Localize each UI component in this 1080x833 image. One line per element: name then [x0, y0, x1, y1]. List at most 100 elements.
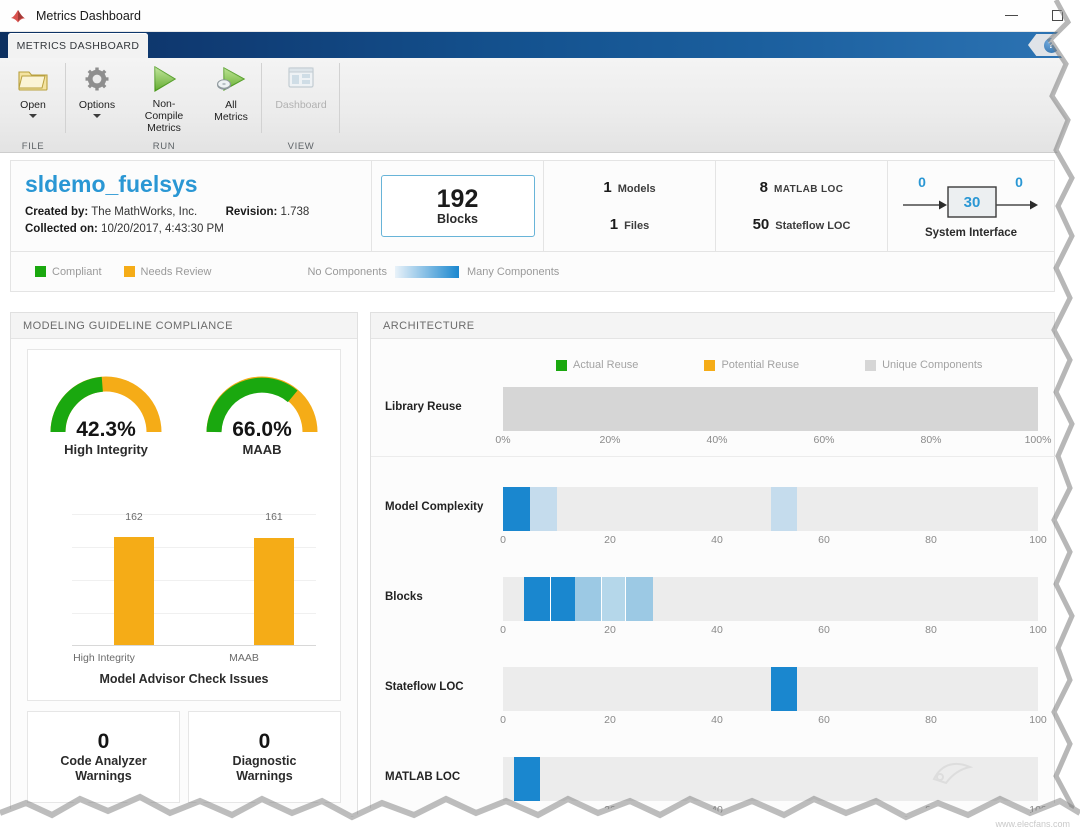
options-dropdown-caret[interactable] [93, 114, 101, 118]
blocks-distribution-row: Blocks 0 20 40 60 80 100 [371, 553, 1056, 643]
help-button[interactable]: ? [1028, 34, 1074, 56]
compliant-label: Compliant [52, 266, 102, 278]
library-reuse-unique-segment[interactable] [503, 387, 1038, 431]
non-compile-metrics-label: Non-Compile Metrics [136, 98, 192, 134]
bar-high-integrity[interactable] [114, 537, 154, 645]
many-components-label: Many Components [467, 266, 559, 278]
code-analyzer-warnings-count: 0 [98, 730, 110, 754]
files-metric[interactable]: 1 Files [544, 216, 715, 233]
needs-review-label: Needs Review [141, 266, 212, 278]
tick: 100 [1029, 804, 1047, 816]
distribution-segment[interactable] [514, 757, 541, 801]
maximize-button[interactable] [1034, 1, 1080, 31]
models-metric[interactable]: 1 Models [544, 179, 715, 196]
tick: 100 [1029, 714, 1047, 726]
library-reuse-label: Library Reuse [385, 401, 462, 413]
help-icon: ? [1044, 38, 1059, 53]
matlab-loc-metric[interactable]: 8 MATLAB LOC [716, 179, 887, 196]
bar-high-integrity-value: 162 [104, 511, 164, 523]
summary-header: sldemo_fuelsys Created by: The MathWorks… [10, 160, 1055, 252]
watermark-logo [930, 757, 984, 789]
legend-needs-review: Needs Review [124, 266, 212, 278]
ribbon-group-view: Dashboard VIEW [262, 58, 340, 153]
tab-metrics-dashboard[interactable]: METRICS DASHBOARD [8, 33, 148, 58]
system-interface-inputs-value: 0 [918, 174, 926, 190]
system-interface-cell[interactable]: 30 0 0 System Interface [887, 161, 1054, 251]
non-compile-metrics-button[interactable]: Non-Compile Metrics [128, 58, 200, 134]
all-metrics-button[interactable]: All Metrics [200, 58, 262, 134]
modeling-guideline-compliance-panel: MODELING GUIDELINE COMPLIANCE 42.3% High… [10, 312, 358, 817]
stateflow-loc-label: Stateflow LOC [385, 681, 464, 693]
gauge-maab[interactable]: 66.0% MAAB [195, 368, 329, 457]
matlab-loc-label: MATLAB LOC [385, 771, 460, 783]
open-button[interactable]: Open [0, 58, 66, 134]
system-interface-center-value: 30 [964, 194, 981, 211]
tick: 80 [925, 804, 937, 816]
ribbon-group-run-label: RUN [66, 141, 262, 152]
compliant-swatch [35, 266, 46, 277]
distribution-segment[interactable] [771, 487, 798, 531]
model-complexity-row: Model Complexity 0 20 40 60 80 100 [371, 463, 1056, 553]
stateflow-loc-label: Stateflow LOC [775, 220, 850, 232]
distribution-segment[interactable] [602, 577, 626, 621]
model-created-meta: Created by: The MathWorks, Inc. Revision… [25, 204, 371, 221]
chart-plot-area: 162 161 [72, 514, 316, 646]
ribbon-group-file: Open FILE [0, 58, 66, 153]
blocks-cell: 192 Blocks [371, 161, 543, 251]
tick: 20 [604, 804, 616, 816]
distribution-segment[interactable] [551, 577, 575, 621]
distribution-segment[interactable] [575, 577, 602, 621]
tick: 80% [920, 434, 941, 446]
distribution-segment[interactable] [530, 487, 557, 531]
blocks-metric-card[interactable]: 192 Blocks [381, 175, 535, 237]
dashboard-button-label: Dashboard [275, 99, 326, 111]
dashboard-button[interactable]: Dashboard [262, 58, 340, 134]
tick: 0% [495, 434, 510, 446]
warning-cards: 0 Code Analyzer Warnings 0 Diagnostic Wa… [27, 711, 341, 803]
play-disk-icon [215, 62, 247, 96]
created-by-label: Created by: [25, 206, 88, 218]
bar-maab[interactable] [254, 538, 294, 645]
gear-icon [83, 62, 111, 96]
options-button[interactable]: Options [66, 58, 128, 134]
stateflow-loc-metric[interactable]: 50 Stateflow LOC [716, 216, 887, 233]
left-panel-header: MODELING GUIDELINE COMPLIANCE [11, 313, 357, 339]
stateflow-loc-ticks: 0 20 40 60 80 100 [503, 714, 1038, 728]
stateflow-loc-track[interactable] [503, 667, 1038, 711]
open-dropdown-caret[interactable] [29, 114, 37, 118]
code-analyzer-warnings-card[interactable]: 0 Code Analyzer Warnings [27, 711, 180, 803]
diagnostic-warnings-label: Diagnostic Warnings [233, 754, 297, 784]
ribbon-group-view-label: VIEW [262, 141, 340, 152]
files-label: Files [624, 220, 649, 232]
distribution-segment[interactable] [771, 667, 798, 711]
tick: 80 [925, 534, 937, 546]
library-reuse-track[interactable] [503, 387, 1038, 431]
gauge-maab-label: MAAB [195, 442, 329, 457]
tick: 20 [604, 624, 616, 636]
model-complexity-track[interactable] [503, 487, 1038, 531]
minimize-button[interactable] [988, 1, 1034, 31]
loc-cell: 8 MATLAB LOC 50 Stateflow LOC [715, 161, 887, 251]
blocks-distribution-label: Blocks [385, 591, 423, 603]
component-gradient-bar [395, 266, 459, 278]
diagnostic-warnings-card[interactable]: 0 Diagnostic Warnings [188, 711, 341, 803]
tick: 20 [604, 714, 616, 726]
play-green-icon [148, 62, 180, 95]
tick: 80 [925, 714, 937, 726]
system-interface-outputs-value: 0 [1015, 174, 1023, 190]
model-name[interactable]: sldemo_fuelsys [25, 171, 371, 198]
blocks-distribution-track[interactable] [503, 577, 1038, 621]
tick: 0 [500, 804, 506, 816]
library-reuse-ticks: 0% 20% 40% 60% 80% 100% [503, 434, 1038, 448]
all-metrics-label: All Metrics [208, 99, 254, 123]
gauge-high-integrity[interactable]: 42.3% High Integrity [39, 368, 173, 457]
distribution-segment[interactable] [626, 577, 653, 621]
distribution-segment[interactable] [503, 487, 530, 531]
tick: 20% [599, 434, 620, 446]
system-interface-label: System Interface [925, 227, 1017, 239]
distribution-segment[interactable] [524, 577, 551, 621]
tick: 40 [711, 804, 723, 816]
gauge-group: 42.3% High Integrity 66.0% MAAB [28, 350, 340, 457]
revision-label: Revision: [226, 206, 278, 218]
chart-title: Model Advisor Check Issues [42, 672, 326, 686]
